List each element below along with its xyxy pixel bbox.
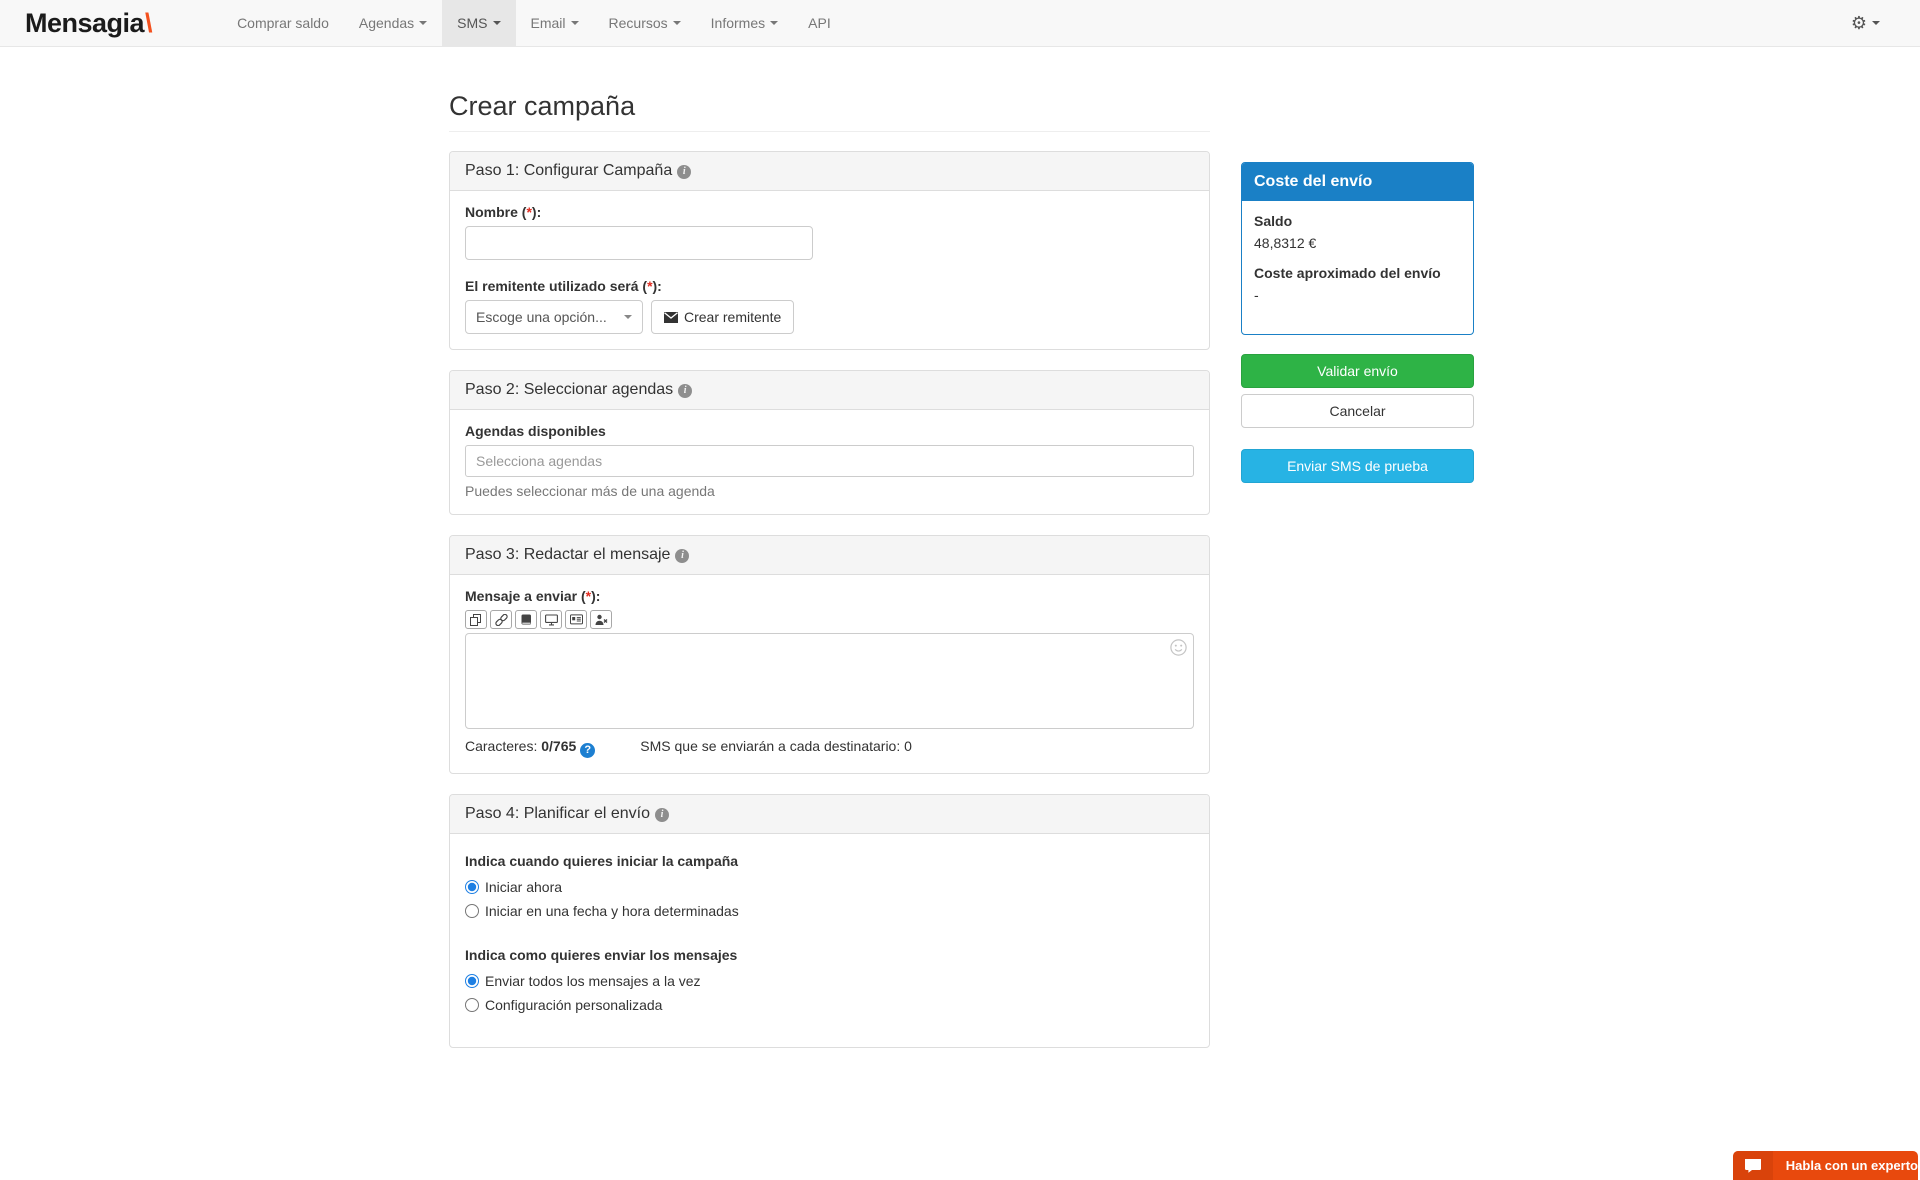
nav-item-informes[interactable]: Informes <box>696 0 793 46</box>
panel-step4-heading: Paso 4: Planificar el envíoi <box>450 795 1209 834</box>
message-label: Mensaje a enviar (*): <box>465 588 1194 604</box>
panel-step1-heading: Paso 1: Configurar Campañai <box>450 152 1209 191</box>
campaign-name-input[interactable] <box>465 226 813 260</box>
chevron-down-icon <box>1872 21 1880 25</box>
nav-item-sms[interactable]: SMS <box>442 0 515 46</box>
main-nav: Comprar saldo Agendas SMS Email Recursos… <box>222 0 846 46</box>
radio-option-iniciar-fecha[interactable]: Iniciar en una fecha y hora determinadas <box>465 903 1194 919</box>
id-card-icon[interactable] <box>565 610 587 629</box>
chat-bubble-icon <box>1733 1151 1773 1180</box>
agendas-help-text: Puedes seleccionar más de una agenda <box>465 483 1194 499</box>
brand-slash: \ <box>145 8 152 39</box>
chevron-down-icon <box>770 21 778 25</box>
chevron-down-icon <box>673 21 681 25</box>
chevron-down-icon <box>624 315 632 319</box>
cost-panel: Coste del envío Saldo 48,8312 € Coste ap… <box>1241 162 1474 335</box>
agendas-label: Agendas disponibles <box>465 423 1194 439</box>
cost-value: - <box>1254 287 1461 303</box>
envelope-icon <box>664 312 678 323</box>
start-group-label: Indica cuando quieres iniciar la campaña <box>465 853 1194 869</box>
cost-label: Coste aproximado del envío <box>1254 265 1461 281</box>
panel-step2: Paso 2: Seleccionar agendasi Agendas dis… <box>449 370 1210 515</box>
radio-option-enviar-todos[interactable]: Enviar todos los mensajes a la vez <box>465 973 1194 989</box>
nav-item-api[interactable]: API <box>793 0 846 46</box>
copy-icon[interactable] <box>465 610 487 629</box>
title-divider <box>449 131 1210 132</box>
sender-label: El remitente utilizado será (*): <box>465 278 1194 294</box>
brand-name: Mensagia <box>25 8 144 39</box>
character-counter: Caracteres: 0/765?SMS que se enviarán a … <box>465 738 1194 758</box>
panel-step1: Paso 1: Configurar Campañai Nombre (*): … <box>449 151 1210 350</box>
message-textarea[interactable] <box>465 633 1194 729</box>
radio-option-iniciar-ahora[interactable]: Iniciar ahora <box>465 879 1194 895</box>
agendas-select-input[interactable] <box>465 445 1194 477</box>
radio-input[interactable] <box>465 974 479 988</box>
nav-item-email[interactable]: Email <box>516 0 594 46</box>
radio-option-config-personalizada[interactable]: Configuración personalizada <box>465 997 1194 1013</box>
monitor-icon[interactable] <box>540 610 562 629</box>
nav-item-recursos[interactable]: Recursos <box>594 0 696 46</box>
top-navbar: Mensagia\ Comprar saldo Agendas SMS Emai… <box>0 0 1920 47</box>
gear-icon: ⚙ <box>1851 14 1867 32</box>
send-group-label: Indica como quieres enviar los mensajes <box>465 947 1194 963</box>
cancel-button[interactable]: Cancelar <box>1241 394 1474 428</box>
create-sender-button[interactable]: Crear remitente <box>651 300 794 334</box>
link-icon[interactable] <box>490 610 512 629</box>
book-icon[interactable] <box>515 610 537 629</box>
radio-input[interactable] <box>465 904 479 918</box>
nav-item-agendas[interactable]: Agendas <box>344 0 442 46</box>
send-test-sms-button[interactable]: Enviar SMS de prueba <box>1241 449 1474 483</box>
cost-panel-title: Coste del envío <box>1242 163 1473 201</box>
panel-step3-heading: Paso 3: Redactar el mensajei <box>450 536 1209 575</box>
panel-step3: Paso 3: Redactar el mensajei Mensaje a e… <box>449 535 1210 774</box>
chat-expert-button[interactable]: Habla con un experto <box>1733 1151 1918 1180</box>
info-icon[interactable]: i <box>655 808 669 822</box>
saldo-value: 48,8312 € <box>1254 235 1461 251</box>
nav-item-comprar-saldo[interactable]: Comprar saldo <box>222 0 344 46</box>
user-remove-icon[interactable] <box>590 610 612 629</box>
info-icon[interactable]: i <box>675 549 689 563</box>
settings-menu[interactable]: ⚙ <box>1851 14 1880 32</box>
page-title: Crear campaña <box>449 91 1210 121</box>
panel-step2-heading: Paso 2: Seleccionar agendasi <box>450 371 1209 410</box>
saldo-label: Saldo <box>1254 213 1461 229</box>
name-label: Nombre (*): <box>465 204 1194 220</box>
brand-logo[interactable]: Mensagia\ <box>25 0 152 46</box>
radio-input[interactable] <box>465 998 479 1012</box>
message-toolbar <box>465 610 1194 629</box>
panel-step4: Paso 4: Planificar el envíoi Indica cuan… <box>449 794 1210 1048</box>
chevron-down-icon <box>419 21 427 25</box>
emoji-icon[interactable] <box>1170 639 1187 656</box>
info-icon[interactable]: i <box>678 384 692 398</box>
radio-input[interactable] <box>465 880 479 894</box>
sender-select[interactable]: Escoge una opción... <box>465 300 643 334</box>
help-question-icon[interactable]: ? <box>580 743 595 758</box>
info-icon[interactable]: i <box>677 165 691 179</box>
validate-send-button[interactable]: Validar envío <box>1241 354 1474 388</box>
chat-label: Habla con un experto <box>1786 1158 1918 1173</box>
chevron-down-icon <box>493 21 501 25</box>
chevron-down-icon <box>571 21 579 25</box>
